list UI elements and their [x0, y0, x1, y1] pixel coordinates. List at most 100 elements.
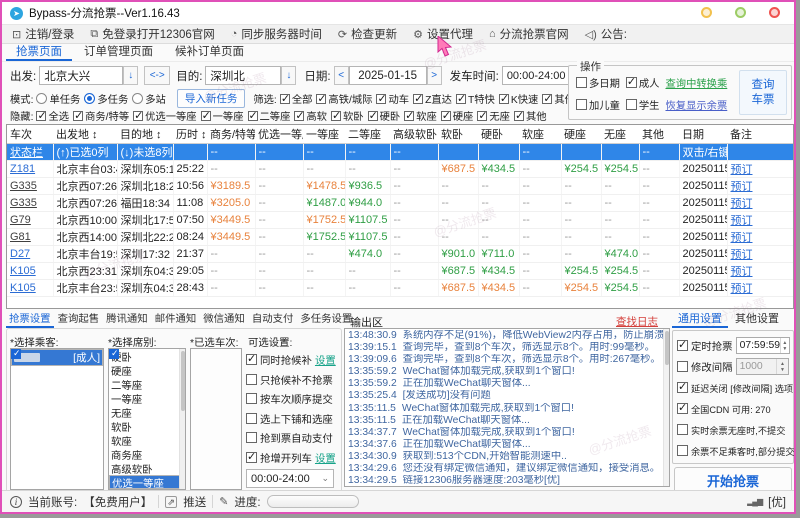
train-link[interactable]: G335	[10, 197, 37, 209]
filter-option[interactable]: 二等座	[247, 108, 290, 123]
checkbox[interactable]	[73, 109, 83, 122]
checkbox[interactable]	[246, 412, 257, 424]
swap-stations-button[interactable]: <->	[144, 66, 171, 85]
general-setting[interactable]: 全国CDN 可用: 270	[677, 398, 789, 419]
toolbar-item[interactable]: ⚙ 设置代理	[413, 26, 473, 42]
filter-option[interactable]: 全选	[36, 108, 69, 123]
checkbox[interactable]	[246, 393, 257, 405]
selected-trains-list[interactable]	[190, 348, 242, 490]
seat-class-item[interactable]: 软座	[109, 349, 185, 448]
settings-tab[interactable]: 查询起售	[55, 312, 103, 328]
radio[interactable]	[84, 93, 96, 104]
booking-option[interactable]: 同时抢候补设置	[246, 350, 342, 370]
filter-option[interactable]: 全部	[279, 91, 312, 106]
checkbox[interactable]	[247, 109, 258, 122]
toolbar-item[interactable]: ⟳ 检查更新	[338, 26, 397, 42]
train-link[interactable]: G335	[10, 180, 37, 192]
checkbox[interactable]	[11, 349, 21, 359]
spinner-arrows[interactable]: ▲ ▼	[776, 359, 788, 374]
book-link[interactable]: 预订	[731, 283, 753, 295]
filter-option[interactable]: 无座	[477, 108, 510, 123]
checkbox[interactable]	[576, 77, 587, 88]
book-link[interactable]: 预订	[731, 266, 753, 278]
checkbox[interactable]	[246, 352, 257, 366]
checkbox[interactable]	[200, 109, 211, 122]
settings-link[interactable]: 设置	[315, 450, 336, 465]
filter-option[interactable]: 优选一等座	[133, 108, 197, 123]
filter-option[interactable]: 动车	[376, 91, 409, 106]
settings-tab[interactable]: 腾讯通知	[103, 312, 151, 328]
filter-option[interactable]: K快速	[498, 91, 538, 106]
col-header-seat-other[interactable]: 其他	[639, 125, 679, 144]
date-value[interactable]: 2025-01-15	[348, 66, 427, 85]
col-header-seat-first[interactable]: 一等座	[303, 125, 345, 144]
checkbox[interactable]	[133, 109, 143, 122]
filter-option[interactable]: 软卧	[330, 108, 364, 123]
toolbar-item[interactable]: ⊡ 注销/登录	[12, 26, 74, 42]
checkbox[interactable]	[404, 109, 414, 122]
book-link[interactable]: 预订	[731, 198, 753, 210]
booking-option[interactable]: 只抢候补不抢票	[246, 370, 342, 390]
checkbox[interactable]	[36, 109, 47, 122]
col-header-train-number[interactable]: 车次	[7, 125, 53, 144]
filter-option[interactable]: Z直达	[413, 91, 452, 106]
tab-other-settings[interactable]: 其他设置	[729, 312, 785, 328]
seat-class-item[interactable]: 商务座	[109, 349, 185, 462]
book-link[interactable]: 预订	[731, 232, 753, 244]
checkbox[interactable]	[576, 99, 587, 110]
train-link[interactable]: G81	[10, 231, 31, 243]
col-header-seat-hard-sleeper[interactable]: 硬卧	[478, 125, 519, 144]
spinner-arrows[interactable]: ▲ ▼	[780, 338, 789, 353]
seat-class-item[interactable]: 优选一等座	[109, 349, 185, 489]
checkbox[interactable]	[330, 109, 341, 122]
tab-general-settings[interactable]: 通用设置	[672, 312, 728, 328]
filter-option[interactable]: 加儿童	[576, 97, 620, 112]
page-tab[interactable]: 订单管理页面	[74, 44, 163, 61]
col-header-seat-hard[interactable]: 硬座	[561, 125, 601, 144]
filter-option[interactable]: 高铁/城际	[316, 91, 372, 106]
seat-class-item[interactable]: 一等座	[109, 349, 185, 406]
to-input[interactable]	[205, 66, 282, 85]
general-setting[interactable]: 实时余票无座时,不提交	[677, 419, 789, 440]
checkbox[interactable]	[246, 450, 257, 463]
train-link[interactable]: G79	[10, 214, 31, 226]
checkbox[interactable]	[677, 445, 688, 456]
checkbox[interactable]	[677, 338, 688, 351]
col-header-seat-second[interactable]: 二等座	[345, 125, 390, 144]
book-link[interactable]: 预订	[731, 249, 753, 261]
seat-class-item[interactable]: 硬座	[109, 349, 185, 378]
radio[interactable]	[132, 93, 144, 104]
toolbar-item[interactable]: ⌂ 分流抢票官网	[489, 26, 569, 42]
status-cell-train-number[interactable]: 状态栏	[7, 143, 54, 161]
checkbox[interactable]	[677, 380, 688, 393]
col-header-duration[interactable]: 历时 ↕	[173, 125, 207, 144]
seat-class-list[interactable]: 硬卧硬座二等座一等座无座软卧软座商务座高级软卧优选一等座	[108, 348, 186, 490]
checkbox[interactable]	[246, 432, 257, 444]
increase-train-time-select[interactable]: 00:00-24:00 ⌄	[246, 469, 334, 488]
filter-option[interactable]: 高软	[294, 108, 327, 123]
push-label[interactable]: 推送	[183, 494, 206, 510]
toolbar-item[interactable]: ⧉ 免登录打开12306官网	[90, 26, 214, 42]
seat-class-item[interactable]: 软卧	[109, 349, 185, 434]
col-header-departure[interactable]: 出发地 ↕	[53, 125, 117, 144]
train-link[interactable]: D27	[10, 248, 30, 260]
import-task-button[interactable]: 导入新任务	[176, 89, 246, 108]
general-setting[interactable]: 修改间隔 1000 ▲ ▼	[677, 356, 789, 377]
close-button[interactable]	[769, 7, 780, 18]
restore-tickets-link[interactable]: 恢复显示余票	[665, 97, 727, 112]
checkbox[interactable]	[477, 109, 488, 122]
seat-class-item[interactable]: 无座	[109, 349, 185, 420]
scrollbar[interactable]	[663, 329, 669, 486]
book-link[interactable]: 预订	[731, 181, 753, 193]
settings-tab[interactable]: 微信通知	[200, 312, 248, 328]
col-header-seat-soft[interactable]: 软座	[519, 125, 561, 144]
transfer-query-link[interactable]: 查询中转换乘	[665, 75, 727, 90]
booking-option[interactable]: 按车次顺序提交	[246, 389, 342, 409]
mode-radio[interactable]: 多站	[132, 91, 166, 106]
page-tab[interactable]: 候补订单页面	[165, 44, 254, 61]
col-header-arrival[interactable]: 目的地 ↕	[117, 125, 173, 144]
down-arrow-icon[interactable]: ▼	[782, 346, 787, 352]
filter-option[interactable]: 成人	[625, 75, 659, 90]
settings-tab[interactable]: 多任务设置	[297, 312, 355, 328]
checkbox[interactable]	[542, 92, 553, 105]
